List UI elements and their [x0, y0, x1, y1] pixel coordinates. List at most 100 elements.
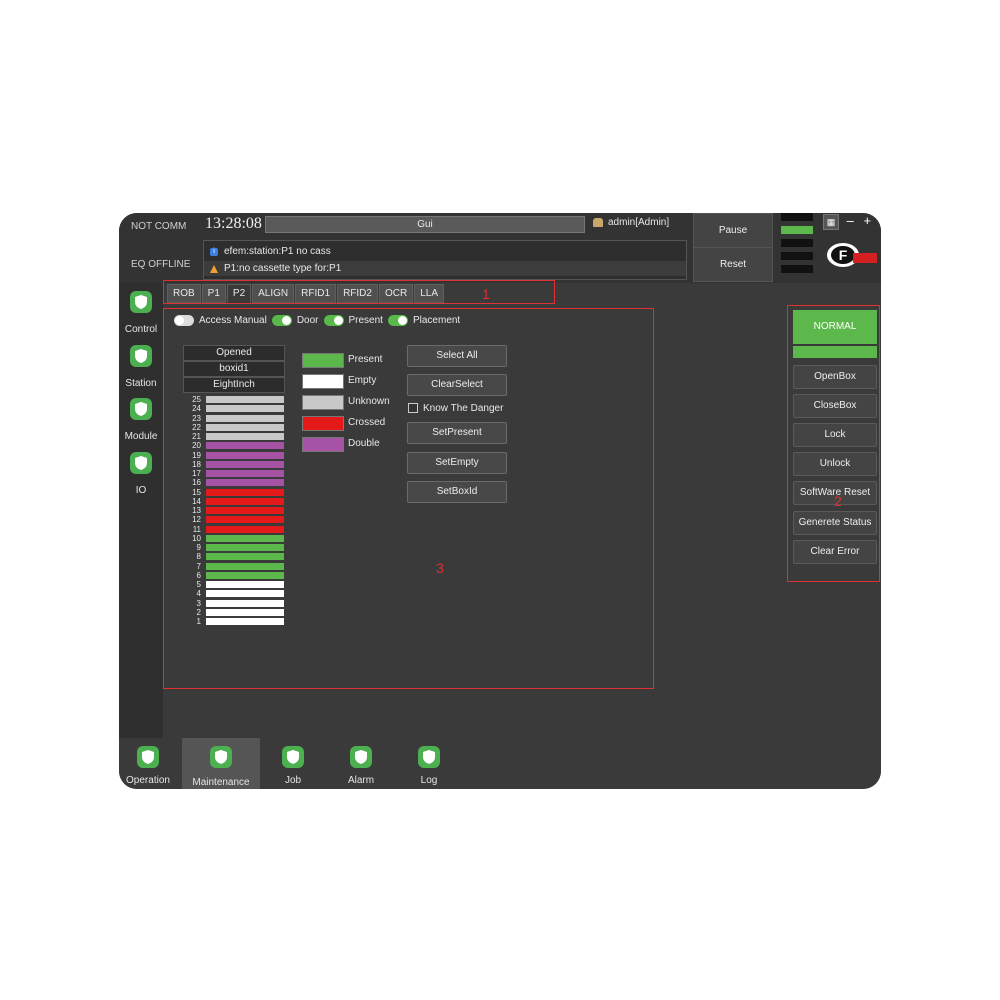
legend-label: Unknown	[348, 396, 390, 407]
slot-number: 22	[192, 422, 201, 432]
info-icon: i	[210, 247, 218, 256]
slot-bar[interactable]	[206, 414, 284, 422]
slot-bar[interactable]	[206, 433, 284, 440]
slot-bar[interactable]	[206, 562, 284, 570]
slot-number: 3	[196, 598, 201, 608]
slot-number: 10	[192, 533, 201, 543]
legend-label: Empty	[348, 375, 377, 386]
close-box-button[interactable]: CloseBox	[793, 394, 877, 418]
message-row: i efem:station:P1 no cass	[210, 244, 686, 259]
legend-label: Crossed	[348, 417, 386, 428]
slot-number: 1	[196, 617, 201, 626]
status-indicator: NORMAL	[793, 310, 877, 344]
nav-alarm[interactable]: Alarm	[337, 738, 385, 789]
set-box-id-button[interactable]: SetBoxId	[407, 481, 507, 503]
clear-select-button[interactable]: ClearSelect	[407, 374, 507, 396]
tabs-highlight-box	[163, 280, 555, 304]
slot-bar[interactable]	[206, 581, 284, 588]
slot-bar[interactable]	[206, 396, 284, 403]
shield-icon	[130, 452, 152, 474]
sidebar-item-module[interactable]: Module	[119, 395, 163, 447]
slot-bar[interactable]	[206, 516, 284, 524]
minimize-button[interactable]: –	[847, 213, 854, 228]
slot-bar[interactable]	[206, 599, 284, 607]
sidebar: Control Station Module IO	[119, 283, 163, 738]
slot-bar[interactable]	[206, 451, 284, 459]
annotation-label: 1	[482, 286, 490, 302]
maximize-button[interactable]: +	[863, 213, 871, 228]
svg-text:F: F	[839, 247, 848, 263]
slot-bar[interactable]	[206, 479, 284, 487]
slot-number: 6	[196, 570, 201, 580]
slot-number: 7	[196, 561, 201, 571]
nav-operation[interactable]: Operation	[119, 738, 177, 789]
user-indicator[interactable]: admin[Admin]	[593, 217, 669, 228]
know-danger-checkbox[interactable]	[408, 403, 418, 413]
select-all-button[interactable]: Select All	[407, 345, 507, 367]
slot-bar[interactable]	[206, 590, 284, 598]
nav-maintenance[interactable]: Maintenance	[182, 738, 260, 789]
slot-bar[interactable]	[206, 423, 284, 431]
pause-button[interactable]: Pause	[693, 213, 773, 248]
slot-bar[interactable]	[206, 405, 284, 413]
sidebar-item-station[interactable]: Station	[119, 342, 163, 394]
door-toggle[interactable]	[271, 315, 292, 326]
shield-icon	[282, 746, 304, 768]
open-box-button[interactable]: OpenBox	[793, 365, 877, 389]
placement-toggle[interactable]	[387, 315, 408, 326]
warning-icon	[210, 264, 218, 273]
legend-swatch	[302, 353, 344, 368]
slot-number: 24	[192, 404, 201, 414]
message-box: i efem:station:P1 no cass P1:no cassette…	[203, 240, 687, 280]
sidebar-item-label: IO	[135, 485, 147, 496]
slot-number: 11	[192, 524, 201, 534]
slot-number: 17	[192, 469, 201, 478]
legend-label: Double	[348, 438, 380, 449]
slot-number: 21	[192, 432, 201, 441]
slot-number: 5	[196, 580, 201, 589]
set-present-button[interactable]: SetPresent	[407, 422, 507, 444]
access-manual-toggle[interactable]	[174, 315, 194, 326]
bottom-nav: Operation Maintenance Job Alarm Log	[119, 738, 881, 789]
know-danger-label: Know The Danger	[423, 403, 504, 414]
present-toggle[interactable]	[323, 315, 344, 326]
set-empty-button[interactable]: SetEmpty	[407, 452, 507, 474]
unlock-button[interactable]: Unlock	[793, 452, 877, 476]
slot-number: 25	[192, 395, 201, 404]
sidebar-item-io[interactable]: IO	[119, 449, 163, 501]
legend-swatch	[302, 374, 344, 389]
slot-number: 2	[196, 607, 201, 617]
cassette-state: Opened	[183, 345, 285, 361]
shield-icon	[130, 291, 152, 313]
slot-bar[interactable]	[206, 488, 284, 496]
grid-menu-icon[interactable]: ▦	[823, 213, 839, 230]
nav-log[interactable]: Log	[405, 738, 453, 789]
slot-bar[interactable]	[206, 608, 284, 616]
slot-bar[interactable]	[206, 534, 284, 542]
sidebar-item-control[interactable]: Control	[119, 288, 163, 340]
slot-number: 15	[192, 487, 201, 497]
slot-bar[interactable]	[206, 618, 284, 625]
generate-status-button[interactable]: Generete Status	[793, 511, 877, 535]
shield-icon	[210, 746, 232, 768]
slot-bar[interactable]	[206, 442, 284, 450]
nav-label: Maintenance	[192, 777, 250, 788]
comm-status: NOT COMM	[131, 221, 187, 232]
slot-number: 23	[192, 413, 201, 423]
slot-bar[interactable]	[206, 470, 284, 477]
slot-bar[interactable]	[206, 525, 284, 533]
slot-bar[interactable]	[206, 460, 284, 468]
nav-job[interactable]: Job	[269, 738, 317, 789]
lock-button[interactable]: Lock	[793, 423, 877, 447]
slot-number: 16	[192, 478, 201, 488]
slot-bar[interactable]	[206, 544, 284, 551]
slot-number: 20	[192, 441, 201, 451]
legend-swatch	[302, 437, 344, 452]
slot-bar[interactable]	[206, 497, 284, 505]
slot-bar[interactable]	[206, 507, 284, 514]
slot-number: 14	[192, 496, 201, 506]
clear-error-button[interactable]: Clear Error	[793, 540, 877, 564]
reset-button[interactable]: Reset	[693, 247, 773, 282]
slot-bar[interactable]	[206, 553, 284, 561]
slot-bar[interactable]	[206, 571, 284, 579]
